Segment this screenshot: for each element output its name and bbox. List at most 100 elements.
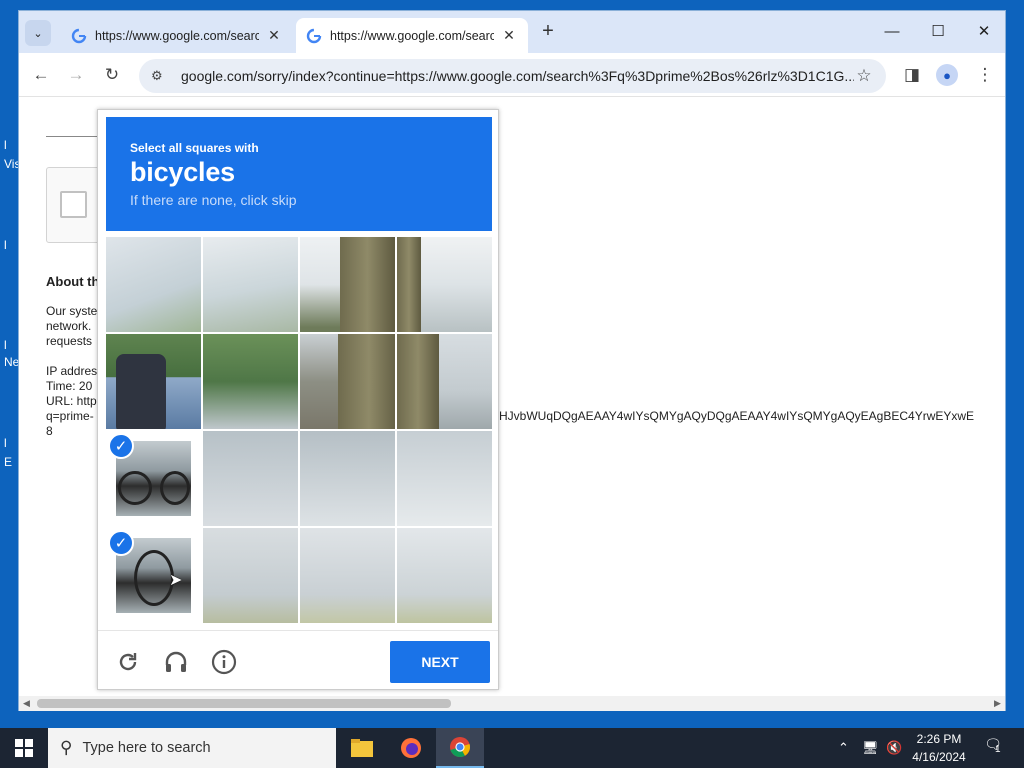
taskbar: ⚲ Type here to search ⌃ 🖥 🔇 2:26 PM 4/16…	[0, 728, 1024, 768]
reload-button[interactable]: ↻	[99, 62, 125, 88]
para-line: network.	[46, 319, 92, 333]
chrome-button[interactable]	[436, 728, 484, 768]
captcha-tile[interactable]	[300, 334, 395, 429]
captcha-footer: NEXT	[98, 630, 498, 691]
next-button[interactable]: NEXT	[390, 641, 490, 683]
chevron-down-icon: ⌄	[33, 27, 43, 40]
browser-menu-button[interactable]: ⋮	[972, 62, 998, 88]
captcha-tile-selected[interactable]: ✓	[106, 431, 201, 526]
system-clock[interactable]: 2:26 PM 4/16/2024	[906, 730, 972, 766]
search-icon: ⚲	[60, 738, 73, 757]
tab-google-search-1[interactable]: https://www.google.com/search ✕	[61, 18, 293, 53]
info-icon[interactable]	[209, 647, 239, 677]
show-hidden-icons[interactable]: ⌃	[838, 728, 849, 768]
scroll-left-icon[interactable]: ◀	[23, 698, 30, 709]
captcha-tile[interactable]	[397, 334, 492, 429]
side-panel-button[interactable]: ◨	[899, 62, 925, 88]
captcha-tile-selected[interactable]: ✓	[106, 528, 201, 623]
browser-toolbar: ← → ↻ ⚙ google.com/sorry/index?continue=…	[19, 53, 1005, 97]
scrollbar-thumb[interactable]	[37, 699, 451, 708]
minimize-icon: —	[884, 22, 900, 40]
para-line: 8	[46, 424, 53, 438]
captcha-challenge: Select all squares with bicycles If ther…	[97, 109, 499, 690]
desktop-icon-label[interactable]: E	[4, 455, 12, 469]
captcha-tile[interactable]	[203, 528, 298, 623]
firefox-icon	[401, 738, 421, 758]
arrow-left-icon: ←	[32, 65, 50, 84]
captcha-tile[interactable]	[203, 334, 298, 429]
forward-button[interactable]: →	[63, 62, 89, 88]
para-line: Our syste	[46, 304, 98, 318]
tab-title: https://www.google.com/search	[330, 28, 494, 43]
horizontal-scrollbar[interactable]: ◀ ▶	[19, 696, 1005, 711]
checkmark-icon: ✓	[108, 433, 134, 459]
about-heading: About th	[46, 274, 100, 289]
side-panel-icon: ◨	[903, 65, 921, 84]
para-line: requests	[46, 334, 93, 348]
minimize-button[interactable]: —	[869, 15, 915, 47]
para-line: URL: http	[46, 394, 97, 408]
taskbar-search[interactable]: ⚲ Type here to search	[48, 728, 336, 768]
desktop-icon-label[interactable]: l	[4, 238, 7, 252]
tab-search-button[interactable]: ⌄	[25, 20, 51, 46]
para-line: IP addres	[46, 364, 98, 378]
folder-icon	[351, 739, 373, 757]
google-favicon-icon	[71, 28, 87, 44]
file-explorer-button[interactable]	[338, 728, 386, 768]
site-info-icon[interactable]: ⚙	[151, 68, 171, 84]
desktop-icon-label[interactable]: l	[4, 338, 7, 352]
address-url[interactable]: google.com/sorry/index?continue=https://…	[181, 68, 854, 84]
close-icon[interactable]: ✕	[500, 27, 518, 44]
maximize-button[interactable]: ☐	[915, 15, 961, 47]
desktop-icon-label[interactable]: l	[4, 436, 7, 450]
captcha-tile[interactable]	[203, 237, 298, 332]
captcha-instructions: Select all squares with bicycles If ther…	[106, 117, 492, 231]
profile-avatar[interactable]: ●	[936, 64, 958, 86]
bookmark-star-icon[interactable]: ☆	[854, 66, 874, 86]
network-icon[interactable]: 🖥	[862, 728, 879, 768]
new-tab-button[interactable]: +	[537, 21, 559, 43]
kebab-menu-icon: ⋮	[976, 65, 994, 84]
chevron-up-icon: ⌃	[838, 740, 849, 755]
captcha-tile[interactable]	[203, 431, 298, 526]
captcha-tile[interactable]	[300, 431, 395, 526]
chrome-icon	[450, 737, 470, 758]
clock-time: 2:26 PM	[916, 732, 962, 746]
clock-date: 4/16/2024	[912, 750, 966, 764]
captcha-tile[interactable]	[397, 528, 492, 623]
notification-count: 1	[995, 744, 1001, 755]
captcha-grid: ✓ ✓	[106, 237, 492, 623]
close-window-button[interactable]: ✕	[961, 15, 1007, 47]
captcha-tile[interactable]	[300, 528, 395, 623]
reload-icon: ↻	[104, 65, 120, 84]
mouse-cursor-icon: ➤	[169, 572, 183, 589]
windows-logo-icon	[15, 739, 33, 757]
back-button[interactable]: ←	[28, 62, 54, 88]
tab-strip: ⌄ https://www.google.com/search ✕ https:…	[19, 11, 1005, 53]
firefox-button[interactable]	[387, 728, 435, 768]
captcha-tile[interactable]	[106, 237, 201, 332]
maximize-icon: ☐	[931, 23, 945, 40]
audio-icon[interactable]	[161, 647, 191, 677]
arrow-right-icon: →	[67, 65, 85, 84]
desktop-icon-label[interactable]: l	[4, 138, 7, 152]
close-icon[interactable]: ✕	[265, 27, 283, 44]
scroll-right-icon[interactable]: ▶	[994, 698, 1001, 709]
para-line: q=prime-	[46, 409, 94, 423]
para-line: Time: 20	[46, 379, 93, 393]
search-placeholder: Type here to search	[82, 740, 211, 756]
tab-title: https://www.google.com/search	[95, 28, 259, 43]
captcha-target: bicycles	[130, 157, 235, 187]
volume-muted-icon[interactable]: 🔇	[886, 728, 902, 768]
instruction-line: Select all squares with	[130, 141, 259, 155]
reload-icon[interactable]	[113, 647, 143, 677]
captcha-tile[interactable]	[300, 237, 395, 332]
tab-google-search-2[interactable]: https://www.google.com/search ✕	[296, 18, 528, 53]
notification-center-button[interactable]: 🗨 1	[980, 736, 1006, 760]
captcha-tile[interactable]	[397, 431, 492, 526]
captcha-tile[interactable]	[106, 334, 201, 429]
address-bar[interactable]: ⚙ google.com/sorry/index?continue=https:…	[139, 59, 886, 93]
captcha-tile[interactable]	[397, 237, 492, 332]
recaptcha-checkbox[interactable]	[60, 191, 87, 218]
start-button[interactable]	[0, 728, 48, 768]
